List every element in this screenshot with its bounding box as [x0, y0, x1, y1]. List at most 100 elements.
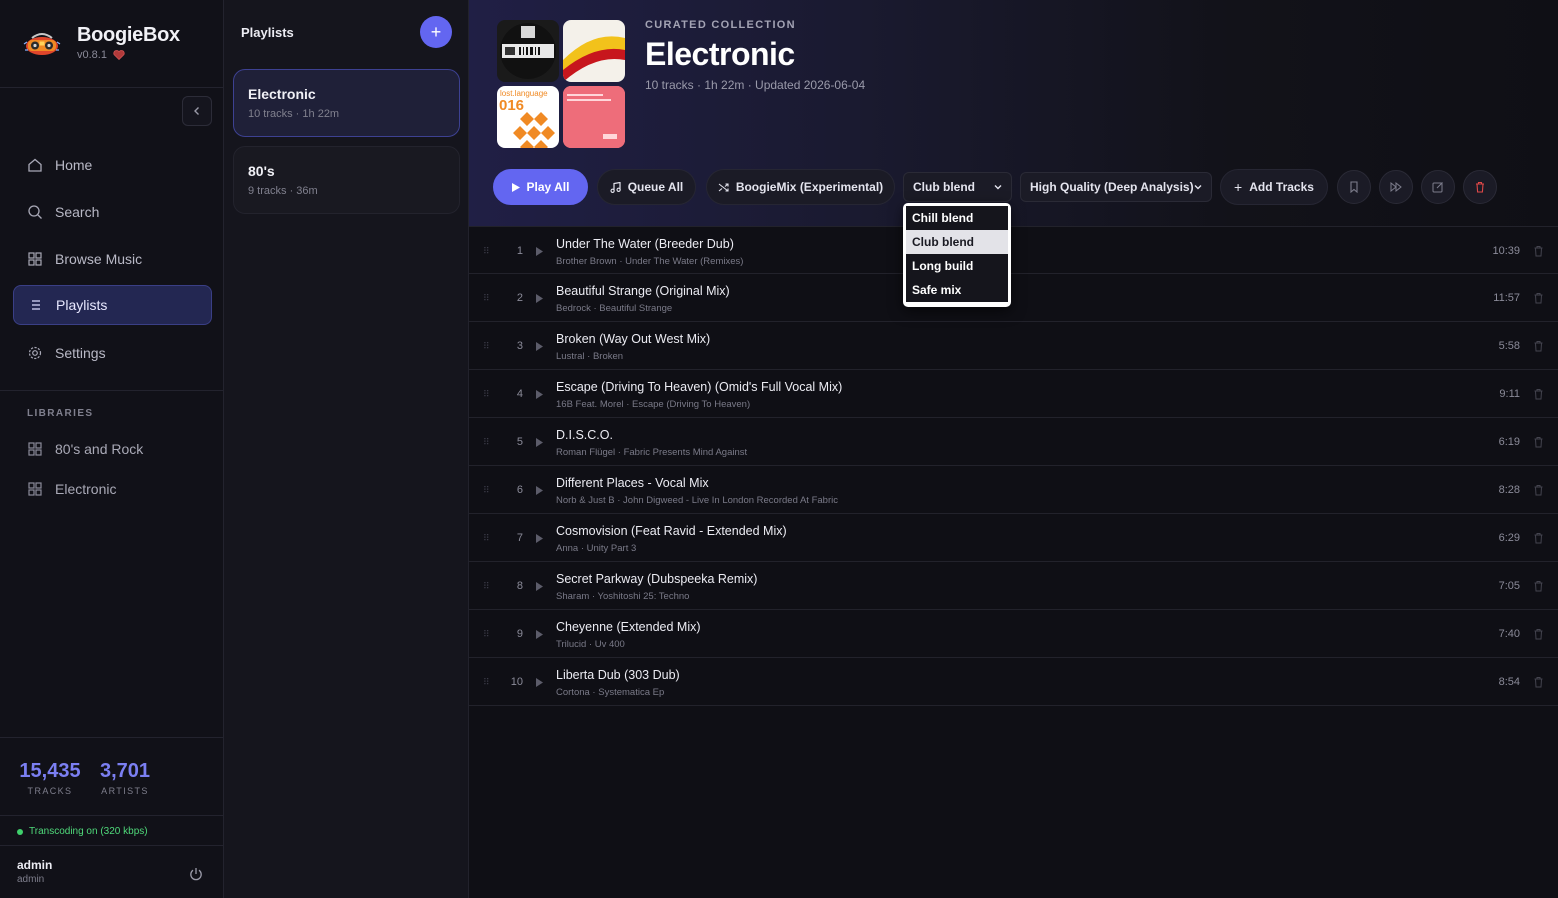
track-row[interactable]: ⠿ 8 Secret Parkway (Dubspeeka Remix) Sharam… — [469, 562, 1558, 610]
track-row[interactable]: ⠿ 3 Broken (Way Out West Mix) Lustral · Bro… — [469, 322, 1558, 370]
track-duration: 8:54 — [1498, 676, 1520, 688]
library-item-label: Electronic — [55, 481, 117, 497]
track-artist-album: Anna · Unity Part 3 — [556, 543, 637, 554]
library-item[interactable]: 80's and Rock — [27, 441, 143, 457]
bookmark-button[interactable] — [1337, 170, 1371, 204]
drag-handle-icon[interactable]: ⠿ — [483, 341, 490, 352]
queue-all-button[interactable]: Queue All — [597, 169, 696, 205]
track-row[interactable]: ⠿ 1 Under The Water (Breeder Dub) Brother B… — [469, 226, 1558, 274]
play-icon[interactable] — [536, 294, 543, 303]
quality-select[interactable]: High Quality (Deep Analysis) — [1020, 172, 1212, 202]
playlist-card-80s[interactable]: 80's 9 tracks · 36m — [233, 146, 460, 214]
nav-browse-music[interactable]: Browse Music — [13, 239, 212, 279]
drag-handle-icon[interactable]: ⠿ — [483, 677, 490, 688]
chevron-left-icon — [194, 107, 199, 115]
nav-settings[interactable]: Settings — [13, 333, 212, 373]
home-icon — [28, 158, 42, 172]
trash-icon[interactable] — [1533, 340, 1544, 352]
play-icon[interactable] — [536, 247, 543, 256]
playlist-card-electronic[interactable]: Electronic 10 tracks · 1h 22m — [233, 69, 460, 137]
trash-icon[interactable] — [1533, 245, 1544, 257]
play-icon[interactable] — [536, 630, 543, 639]
play-icon[interactable] — [536, 486, 543, 495]
skip-forward-button[interactable] — [1379, 170, 1413, 204]
drag-handle-icon[interactable]: ⠿ — [483, 293, 490, 304]
track-row[interactable]: ⠿ 10 Liberta Dub (303 Dub) Cortona · System… — [469, 658, 1558, 706]
trash-icon[interactable] — [1533, 292, 1544, 304]
trash-icon[interactable] — [1533, 580, 1544, 592]
drag-handle-icon[interactable]: ⠿ — [483, 581, 490, 592]
playlist-name: 80's — [248, 163, 275, 179]
track-title: D.I.S.C.O. — [556, 428, 613, 442]
divider — [0, 737, 224, 738]
blend-option[interactable]: Safe mix — [906, 278, 1008, 302]
trash-icon[interactable] — [1533, 436, 1544, 448]
drag-handle-icon[interactable]: ⠿ — [483, 485, 490, 496]
list-icon — [32, 300, 40, 310]
add-tracks-button[interactable]: + Add Tracks — [1220, 169, 1328, 205]
track-row[interactable]: ⠿ 2 Beautiful Strange (Original Mix) Bedroc… — [469, 274, 1558, 322]
play-icon[interactable] — [536, 678, 543, 687]
add-playlist-button[interactable]: + — [420, 16, 452, 48]
trash-icon[interactable] — [1533, 628, 1544, 640]
chevron-down-icon — [994, 185, 1002, 190]
track-artist-album: Bedrock · Beautiful Strange — [556, 303, 673, 314]
delete-playlist-button[interactable] — [1463, 170, 1497, 204]
play-icon[interactable] — [536, 342, 543, 351]
drag-handle-icon[interactable]: ⠿ — [483, 437, 490, 448]
search-icon — [28, 205, 42, 219]
track-title: Escape (Driving To Heaven) (Omid's Full … — [556, 380, 843, 394]
collapse-sidebar-button[interactable] — [182, 96, 212, 126]
blend-option[interactable]: Long build — [906, 254, 1008, 278]
trash-icon[interactable] — [1533, 676, 1544, 688]
track-title: Cheyenne (Extended Mix) — [556, 620, 701, 634]
app-version: v0.8.1 — [77, 49, 107, 61]
drag-handle-icon[interactable]: ⠿ — [483, 389, 490, 400]
page-title: Electronic — [645, 36, 795, 72]
track-row[interactable]: ⠿ 9 Cheyenne (Extended Mix) Trilucid · Uv 4… — [469, 610, 1558, 658]
playlist-meta: 10 tracks · 1h 22m · Updated 2026-06-04 — [645, 78, 866, 92]
library-item[interactable]: Electronic — [27, 481, 116, 497]
playlist-header: lost.language 016 CURATED COLLECTION Ele… — [469, 0, 1558, 226]
edit-playlist-button[interactable] — [1421, 170, 1455, 204]
brand[interactable]: BoogieBox v0.8.1 — [22, 24, 180, 62]
trash-icon[interactable] — [1533, 484, 1544, 496]
user-name: admin — [17, 858, 53, 872]
nav-playlists-label: Playlists — [56, 297, 108, 313]
track-row[interactable]: ⠿ 6 Different Places - Vocal Mix Norb & Jus… — [469, 466, 1558, 514]
status-dot-icon — [17, 828, 23, 835]
fast-forward-icon — [1390, 181, 1402, 193]
nav-browse-music-label: Browse Music — [55, 251, 143, 267]
blend-option-selected[interactable]: Club blend — [906, 230, 1008, 254]
track-number: 2 — [516, 292, 523, 304]
drag-handle-icon[interactable]: ⠿ — [483, 246, 490, 257]
track-row[interactable]: ⠿ 7 Cosmovision (Feat Ravid - Extended Mix… — [469, 514, 1558, 562]
shuffle-icon — [718, 182, 729, 192]
play-icon[interactable] — [536, 438, 543, 447]
nav-home-label: Home — [55, 157, 93, 173]
track-list: ⠿ 1 Under The Water (Breeder Dub) Brother B… — [469, 226, 1558, 706]
divider — [0, 845, 224, 846]
nav-search[interactable]: Search — [13, 192, 212, 232]
track-row[interactable]: ⠿ 4 Escape (Driving To Heaven) (Omid's Ful… — [469, 370, 1558, 418]
nav-playlists[interactable]: Playlists — [13, 285, 212, 325]
power-icon[interactable] — [188, 866, 204, 882]
play-icon[interactable] — [536, 534, 543, 543]
blend-option[interactable]: Chill blend — [906, 206, 1008, 230]
blend-dropdown-menu: Chill blend Club blend Long build Safe m… — [903, 203, 1011, 307]
nav-home[interactable]: Home — [13, 145, 212, 185]
divider — [0, 87, 224, 88]
track-row[interactable]: ⠿ 5 D.I.S.C.O. Roman Flügel · Fabric Presen… — [469, 418, 1558, 466]
trash-icon[interactable] — [1533, 388, 1544, 400]
boogiemix-button[interactable]: BoogieMix (Experimental) — [706, 169, 895, 205]
trash-icon[interactable] — [1533, 532, 1544, 544]
play-icon[interactable] — [536, 582, 543, 591]
track-artist-album: 16B Feat. Morel · Escape (Driving To Hea… — [556, 399, 751, 410]
track-duration: 7:40 — [1498, 628, 1520, 640]
play-all-button[interactable]: Play All — [493, 169, 588, 205]
queue-all-label[interactable]: Queue All — [628, 180, 684, 194]
play-icon[interactable] — [536, 390, 543, 399]
blend-select[interactable]: Club blend — [903, 172, 1012, 202]
drag-handle-icon[interactable]: ⠿ — [483, 533, 490, 544]
drag-handle-icon[interactable]: ⠿ — [483, 629, 490, 640]
